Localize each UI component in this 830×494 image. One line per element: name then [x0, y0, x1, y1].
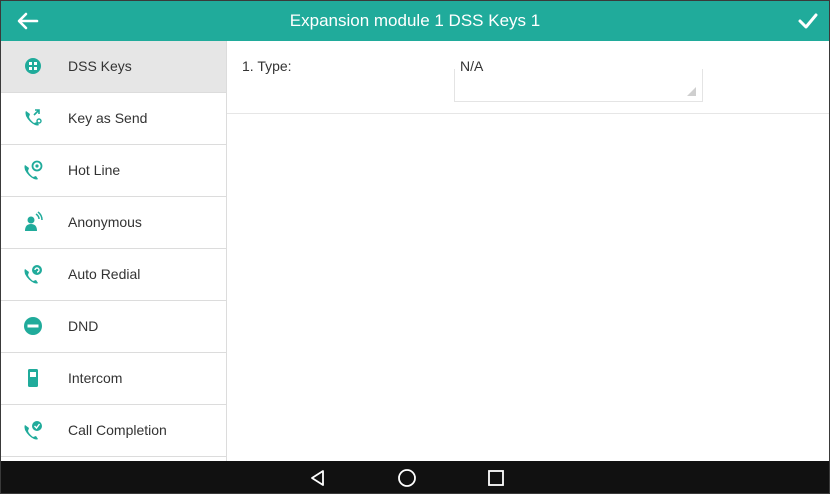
dnd-icon	[24, 317, 42, 335]
page-title: Expansion module 1 DSS Keys 1	[289, 11, 541, 30]
sidebar-item-label: Auto Redial	[68, 266, 141, 282]
dropdown-corner-icon	[687, 87, 696, 96]
back-triangle-icon	[311, 470, 324, 486]
checkmark-icon	[798, 13, 818, 29]
call-completion-icon	[24, 421, 42, 440]
sidebar-item-anonymous[interactable]: Anonymous	[1, 197, 226, 249]
anonymous-icon	[25, 211, 43, 231]
type-value: N/A	[460, 58, 484, 74]
nav-recents-button[interactable]	[486, 468, 506, 488]
nav-back-button[interactable]	[308, 468, 328, 488]
save-button[interactable]	[795, 9, 821, 33]
sidebar-item-label: DND	[68, 318, 99, 334]
auto-redial-icon	[24, 265, 42, 284]
sidebar-item-label: Intercom	[68, 370, 123, 386]
sidebar-item-hot-line[interactable]: Hot Line	[1, 145, 226, 197]
sidebar-item-label: DSS Keys	[68, 58, 132, 74]
sidebar-item-dss-keys[interactable]: DSS Keys	[1, 41, 226, 93]
type-select[interactable]: N/A	[454, 58, 703, 102]
sidebar: DSS Keys Key as Send Hot Line Anonymous …	[1, 41, 227, 461]
sidebar-item-label: Anonymous	[68, 214, 142, 230]
title-bar: Expansion module 1 DSS Keys 1	[1, 1, 829, 41]
sidebar-item-key-as-send[interactable]: Key as Send	[1, 93, 226, 145]
intercom-icon	[28, 369, 38, 387]
sidebar-item-label: Key as Send	[68, 110, 148, 126]
home-circle-icon	[398, 469, 416, 487]
sidebar-item-label: Hot Line	[68, 162, 121, 178]
dss-keys-icon	[25, 58, 41, 74]
key-as-send-icon	[25, 109, 42, 126]
settings-panel: 1. Type: N/A	[227, 41, 829, 461]
type-row: 1. Type: N/A	[227, 41, 829, 114]
sidebar-item-call-completion[interactable]: Call Completion	[1, 405, 226, 457]
app-window: Expansion module 1 DSS Keys 1 DSS Keys K…	[0, 0, 830, 494]
system-nav-bar	[1, 461, 829, 493]
hot-line-icon	[24, 160, 43, 180]
sidebar-item-dnd[interactable]: DND	[1, 301, 226, 353]
sidebar-item-label: Call Completion	[68, 422, 167, 438]
type-label: 1. Type:	[242, 58, 292, 74]
sidebar-item-auto-redial[interactable]: Auto Redial	[1, 249, 226, 301]
nav-home-button[interactable]	[397, 468, 417, 488]
recents-square-icon	[488, 470, 504, 486]
sidebar-item-intercom[interactable]: Intercom	[1, 353, 226, 405]
